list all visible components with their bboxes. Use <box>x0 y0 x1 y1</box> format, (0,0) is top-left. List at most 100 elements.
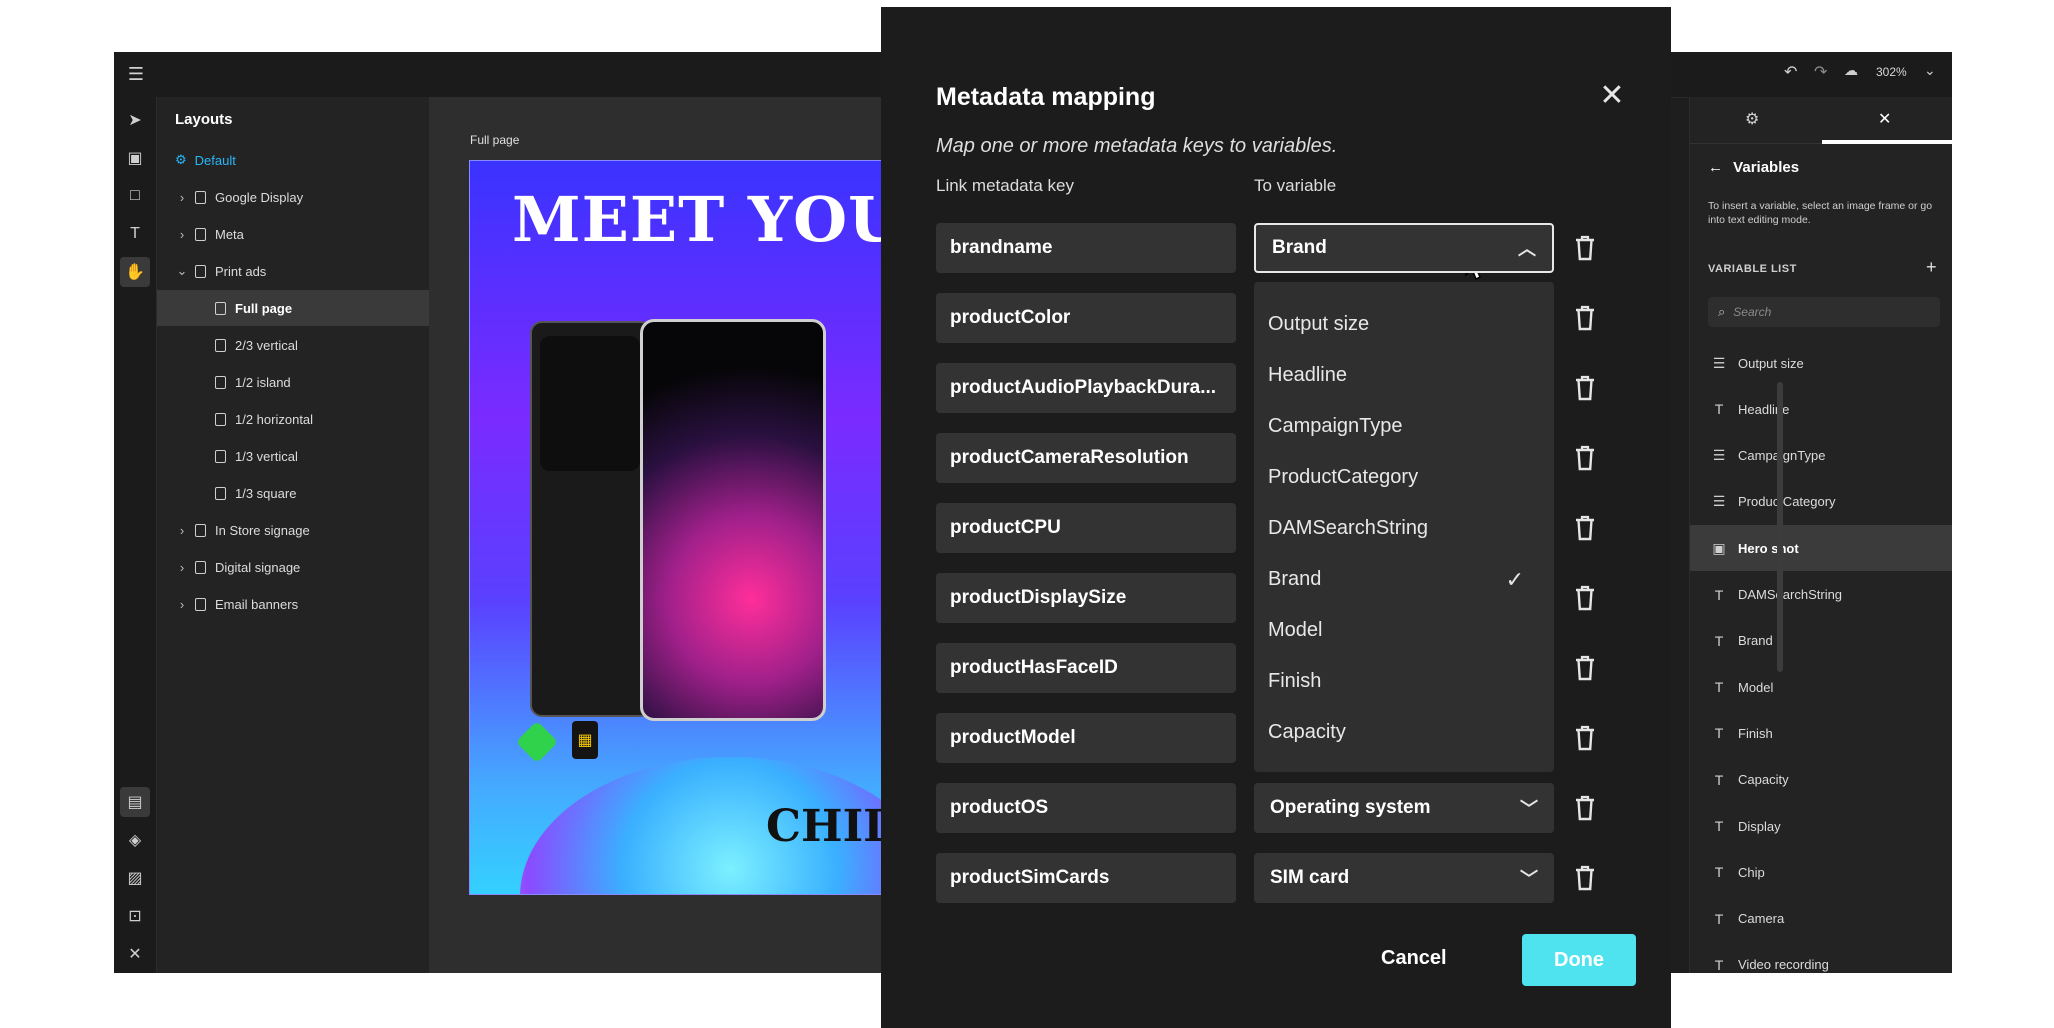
metadata-key-field[interactable]: productModel <box>936 713 1236 763</box>
delete-row-icon[interactable] <box>1573 794 1597 822</box>
chevron-right-icon[interactable]: › <box>175 190 189 205</box>
variable-item[interactable]: ▣ Hero shot <box>1690 525 1952 572</box>
dropdown-option[interactable]: ProductCategory <box>1254 452 1554 503</box>
metadata-key-field[interactable]: brandname <box>936 223 1236 273</box>
variable-item[interactable]: T Finish <box>1690 710 1952 756</box>
variable-search[interactable]: ⌕ Search <box>1708 297 1940 327</box>
variable-item[interactable]: T Model <box>1690 664 1952 710</box>
layout-item[interactable]: Full page <box>157 290 429 326</box>
dropdown-option[interactable]: Output size <box>1254 299 1554 350</box>
layout-item[interactable]: 2/3 vertical <box>157 327 429 363</box>
delete-row-icon[interactable] <box>1573 584 1597 612</box>
properties-tab-icon[interactable]: ⚙ <box>1745 109 1759 129</box>
layout-item[interactable]: ⌄ Print ads <box>157 253 429 289</box>
delete-row-icon[interactable] <box>1573 864 1597 892</box>
variable-select[interactable]: SIM card ﹀ <box>1254 853 1554 903</box>
metadata-key-field[interactable]: productOS <box>936 783 1236 833</box>
metadata-key-field[interactable]: productAudioPlaybackDura... <box>936 363 1236 413</box>
hand-tool-icon[interactable]: ✋ <box>120 257 150 287</box>
layout-item[interactable]: 1/2 island <box>157 364 429 400</box>
variable-select[interactable]: Operating system ﹀ <box>1254 783 1554 833</box>
layers-icon[interactable]: ◈ <box>120 825 150 855</box>
dropdown-option[interactable]: Headline <box>1254 350 1554 401</box>
layout-item-label: Meta <box>215 226 244 242</box>
dropdown-option[interactable]: Capacity <box>1254 707 1554 758</box>
delete-row-icon[interactable] <box>1573 654 1597 682</box>
layout-item[interactable]: › Email banners <box>157 586 429 622</box>
layout-item[interactable]: › In Store signage <box>157 512 429 548</box>
metadata-key-field[interactable]: productCPU <box>936 503 1236 553</box>
chevron-down-icon[interactable]: ⌄ <box>1924 62 1936 79</box>
chevron-right-icon[interactable]: › <box>175 597 189 612</box>
dropdown-option[interactable]: Model <box>1254 605 1554 656</box>
shape-tool-icon[interactable]: □ <box>120 181 150 211</box>
metadata-key-field[interactable]: productHasFaceID <box>936 643 1236 693</box>
layout-item[interactable]: ⚙ Default <box>157 142 429 178</box>
zoom-level[interactable]: 302% <box>1876 65 1907 79</box>
variable-item[interactable]: ☰ ProductCategory <box>1690 479 1952 525</box>
frame-icon[interactable]: ⊡ <box>120 901 150 931</box>
add-variable-icon[interactable]: + <box>1926 257 1937 278</box>
layout-item[interactable]: 1/2 horizontal <box>157 401 429 437</box>
metadata-key-field[interactable]: productSimCards <box>936 853 1236 903</box>
active-tab-indicator <box>1822 140 1952 144</box>
variable-item[interactable]: T DAMSearchString <box>1690 572 1952 618</box>
metadata-key-field[interactable]: productColor <box>936 293 1236 343</box>
delete-row-icon[interactable] <box>1573 234 1597 262</box>
metadata-key-field[interactable]: productCameraResolution <box>936 433 1236 483</box>
layout-item[interactable]: › Digital signage <box>157 549 429 585</box>
variable-select-value: Operating system <box>1270 797 1431 818</box>
cloud-off-icon[interactable]: ☁ <box>1844 62 1858 79</box>
chevron-right-icon[interactable]: › <box>175 227 189 242</box>
layout-item[interactable]: 1/3 vertical <box>157 438 429 474</box>
artboard[interactable]: MEET YOUR ▦ CHILL <box>469 160 911 895</box>
delete-row-icon[interactable] <box>1573 374 1597 402</box>
variable-item[interactable]: T Chip <box>1690 849 1952 895</box>
variables-header[interactable]: ← Variables <box>1708 159 1799 176</box>
layouts-panel-icon[interactable]: ▤ <box>120 787 150 817</box>
dropdown-option[interactable]: Brand ✓ <box>1254 554 1554 605</box>
variable-item[interactable]: T Brand <box>1690 618 1952 664</box>
variable-item[interactable]: T Video recording <box>1690 942 1952 973</box>
select-tool-icon[interactable]: ➤ <box>120 105 150 135</box>
variable-select[interactable]: Brand ︿ <box>1254 223 1554 273</box>
variable-item[interactable]: T Capacity <box>1690 757 1952 803</box>
cancel-button[interactable]: Cancel <box>1381 947 1447 970</box>
chevron-right-icon[interactable]: › <box>175 560 189 575</box>
variables-icon[interactable]: ✕ <box>120 939 150 969</box>
variables-tab-icon[interactable]: ✕ <box>1878 109 1891 129</box>
dropdown-option[interactable]: DAMSearchString <box>1254 503 1554 554</box>
done-button[interactable]: Done <box>1522 934 1636 986</box>
headline-text[interactable]: MEET YOUR <box>512 183 910 256</box>
right-panel: ⚙ ✕ ← Variables To insert a variable, se… <box>1689 97 1952 973</box>
variable-item[interactable]: T Headline <box>1690 386 1952 432</box>
arrow-left-icon[interactable]: ← <box>1708 159 1723 176</box>
delete-row-icon[interactable] <box>1573 444 1597 472</box>
assets-icon[interactable]: ▨ <box>120 863 150 893</box>
variable-item[interactable]: ☰ Output size <box>1690 340 1952 386</box>
delete-row-icon[interactable] <box>1573 304 1597 332</box>
variable-item[interactable]: T Display <box>1690 803 1952 849</box>
dropdown-option[interactable]: CampaignType <box>1254 401 1554 452</box>
text-tool-icon[interactable]: T <box>120 219 150 249</box>
layout-item[interactable]: 1/3 square <box>157 475 429 511</box>
image-tool-icon[interactable]: ▣ <box>120 143 150 173</box>
undo-icon[interactable]: ↶ <box>1784 62 1797 82</box>
close-icon[interactable]: ✕ <box>1592 75 1632 115</box>
metadata-key-field[interactable]: productDisplaySize <box>936 573 1236 623</box>
variable-item[interactable]: ☰CampaignType <box>1690 433 1952 479</box>
chevron-down-icon[interactable]: ⌄ <box>175 263 189 279</box>
delete-row-icon[interactable] <box>1573 514 1597 542</box>
menu-icon[interactable]: ☰ <box>122 60 150 88</box>
layout-item[interactable]: › Google Display <box>157 179 429 215</box>
scrollbar[interactable] <box>1777 382 1783 672</box>
variable-item[interactable]: T Camera <box>1690 896 1952 942</box>
page-icon <box>195 560 206 574</box>
layout-item[interactable]: › Meta <box>157 216 429 252</box>
dropdown-option-label: Headline <box>1268 364 1347 386</box>
page-icon <box>215 338 226 352</box>
chevron-right-icon[interactable]: › <box>175 523 189 538</box>
dropdown-option[interactable]: Finish <box>1254 656 1554 707</box>
delete-row-icon[interactable] <box>1573 724 1597 752</box>
redo-icon[interactable]: ↷ <box>1814 62 1827 82</box>
